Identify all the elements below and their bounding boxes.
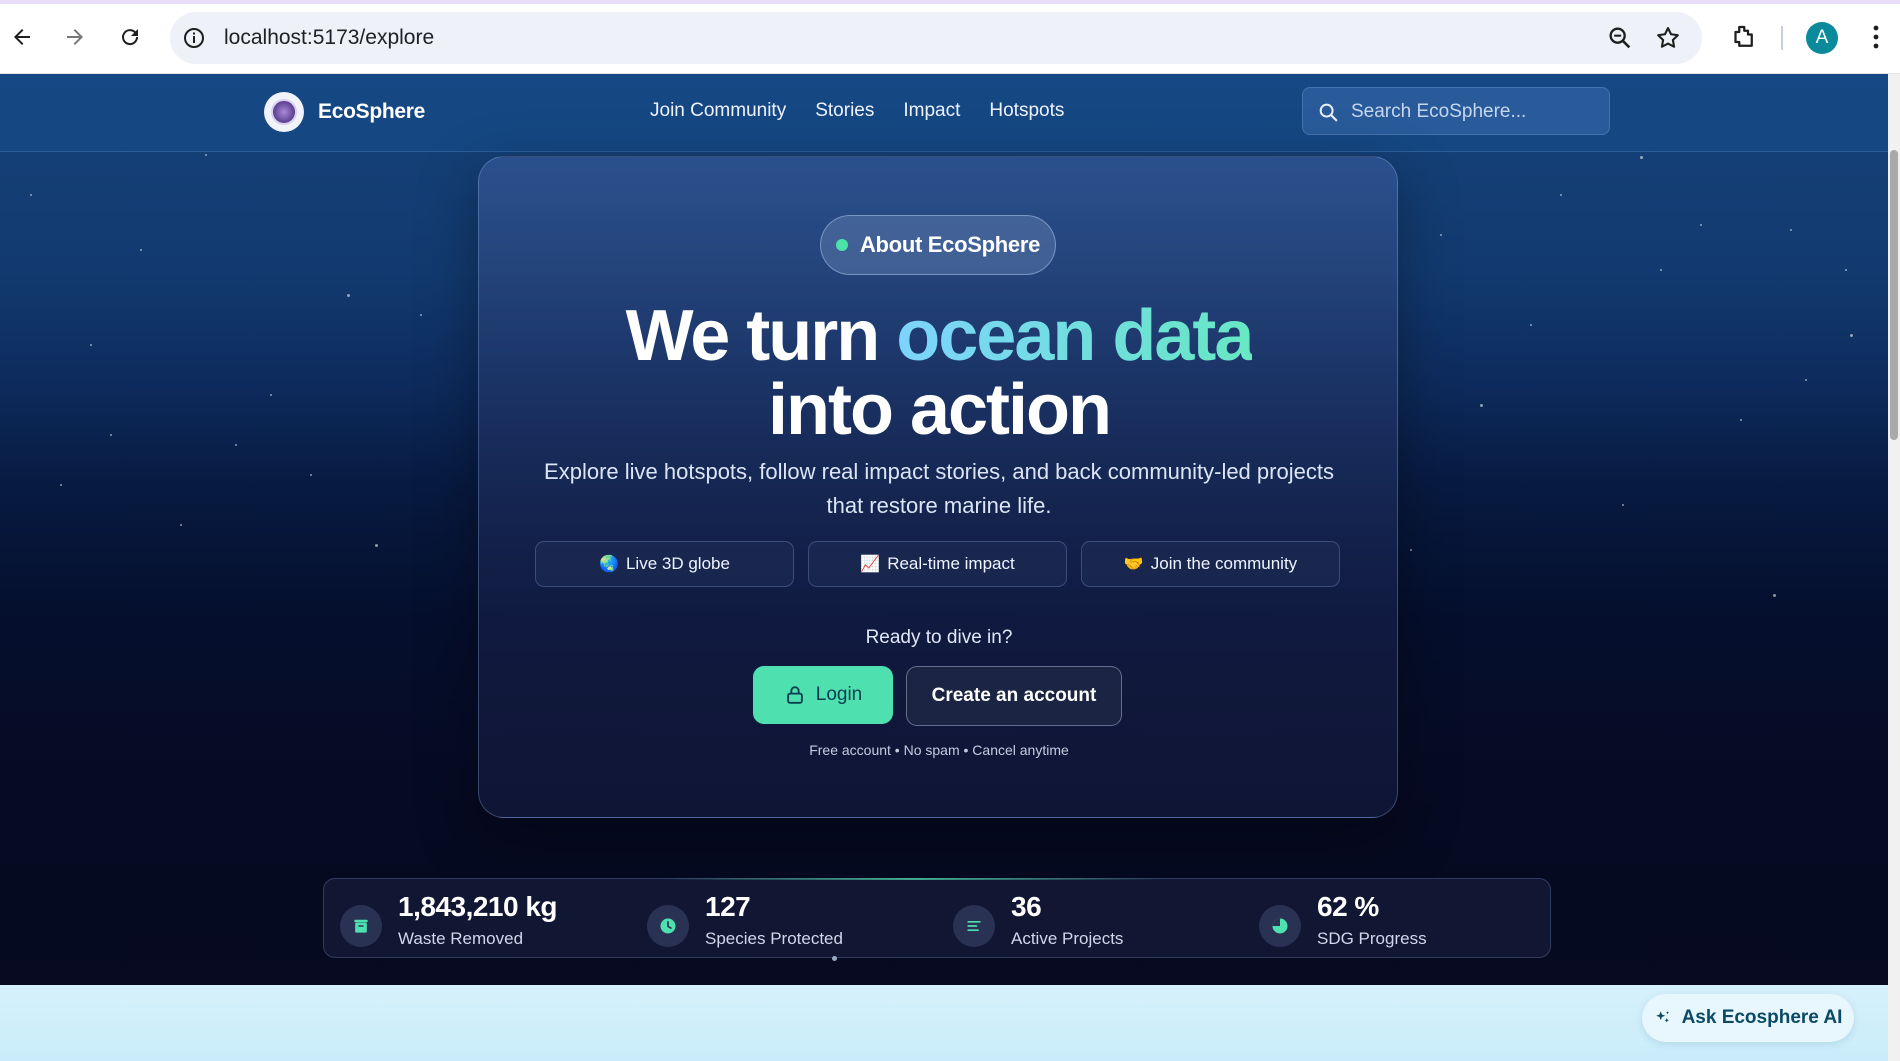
page-scrollbar[interactable] <box>1888 74 1900 1061</box>
site-search[interactable] <box>1302 87 1610 135</box>
stat-label: Active Projects <box>1011 929 1124 948</box>
chip-live-3d-globe[interactable]: 🌏 Live 3D globe <box>535 541 794 587</box>
next-section-peek <box>0 985 1888 1061</box>
status-dot-icon <box>835 239 848 251</box>
trash-icon <box>340 905 382 947</box>
zoom-icon[interactable] <box>1606 24 1634 52</box>
list-icon <box>953 905 995 947</box>
stat-label: Waste Removed <box>398 929 524 948</box>
login-label: Login <box>815 684 863 705</box>
feature-chips: 🌏 Live 3D globe 📈 Real-time impact 🤝 Joi… <box>535 541 1340 587</box>
handshake-icon: 🤝 <box>1123 556 1144 573</box>
back-arrow-icon[interactable] <box>4 19 40 55</box>
site-info-icon[interactable] <box>180 24 208 52</box>
hero-card: About EcoSphere We turn ocean data into … <box>478 156 1398 818</box>
ecosphere-logo-icon[interactable] <box>264 92 304 132</box>
forward-arrow-icon[interactable] <box>57 19 93 55</box>
sparkle-icon <box>1655 1011 1669 1023</box>
nav-link-hotspots[interactable]: Hotspots <box>989 100 1064 122</box>
scroll-indicator[interactable] <box>832 956 837 961</box>
chart-up-icon: 📈 <box>860 556 881 573</box>
lock-icon <box>786 686 803 704</box>
globe-icon: 🌏 <box>599 556 619 573</box>
url-text[interactable]: localhost:5173/explore <box>224 26 434 50</box>
ask-ai-button[interactable]: Ask Ecosphere AI <box>1642 994 1854 1042</box>
hero-subtitle: Explore live hotspots, follow real impac… <box>544 459 1334 518</box>
hero-headline: We turn ocean data into action <box>479 299 1399 447</box>
pie-chart-icon <box>1259 905 1301 947</box>
stat-value: 36 <box>1011 891 1042 922</box>
page-viewport: EcoSphere Join Community Stories Impact … <box>0 74 1888 1061</box>
nav-link-join-community[interactable]: Join Community <box>650 100 786 122</box>
tab-strip-edge <box>0 0 1900 4</box>
ask-ai-label: Ask Ecosphere AI <box>1681 1007 1843 1028</box>
site-header: EcoSphere Join Community Stories Impact … <box>0 74 1888 152</box>
nav-link-stories[interactable]: Stories <box>815 100 874 122</box>
stat-label: Species Protected <box>705 929 843 948</box>
chip-label: Live 3D globe <box>625 554 730 573</box>
create-account-button[interactable]: Create an account <box>906 666 1122 726</box>
search-input[interactable] <box>1351 98 1601 126</box>
headline-part1: We turn <box>625 296 897 376</box>
menu-kebab-icon[interactable] <box>1864 22 1888 52</box>
signup-fineprint: Free account • No spam • Cancel anytime <box>809 742 1069 758</box>
brand-name[interactable]: EcoSphere <box>318 100 425 124</box>
browser-toolbar: localhost:5173/explore A <box>0 0 1900 74</box>
chip-join-community[interactable]: 🤝 Join the community <box>1081 541 1340 587</box>
nav-link-impact[interactable]: Impact <box>903 100 960 122</box>
about-pill[interactable]: About EcoSphere <box>820 215 1056 275</box>
stat-value: 127 <box>705 891 751 922</box>
impact-stats-bar: 1,843,210 kg Waste Removed 127 Species P… <box>323 878 1551 958</box>
stat-label: SDG Progress <box>1317 929 1427 948</box>
about-pill-label: About EcoSphere <box>859 232 1041 257</box>
extensions-icon[interactable] <box>1728 22 1758 52</box>
stats-accent-line <box>664 878 1164 880</box>
cta-prompt: Ready to dive in? <box>865 627 1013 648</box>
headline-highlight: ocean data <box>896 296 1254 376</box>
profile-avatar[interactable]: A <box>1806 22 1838 54</box>
toolbar-divider <box>1781 26 1783 50</box>
stat-value: 62 % <box>1317 891 1379 922</box>
main-nav: Join Community Stories Impact Hotspots <box>650 100 1064 122</box>
clock-icon <box>647 905 689 947</box>
headline-part2: into action <box>768 370 1112 450</box>
chip-real-time-impact[interactable]: 📈 Real-time impact <box>808 541 1067 587</box>
stat-value: 1,843,210 kg <box>398 891 558 922</box>
reload-icon[interactable] <box>112 19 148 55</box>
bookmark-star-icon[interactable] <box>1654 24 1682 52</box>
login-button[interactable]: Login <box>753 666 893 724</box>
chip-label: Join the community <box>1150 554 1298 573</box>
chip-label: Real-time impact <box>887 554 1015 573</box>
search-icon <box>1319 103 1338 122</box>
scrollbar-thumb[interactable] <box>1890 150 1898 440</box>
address-bar[interactable]: localhost:5173/explore <box>170 12 1702 64</box>
